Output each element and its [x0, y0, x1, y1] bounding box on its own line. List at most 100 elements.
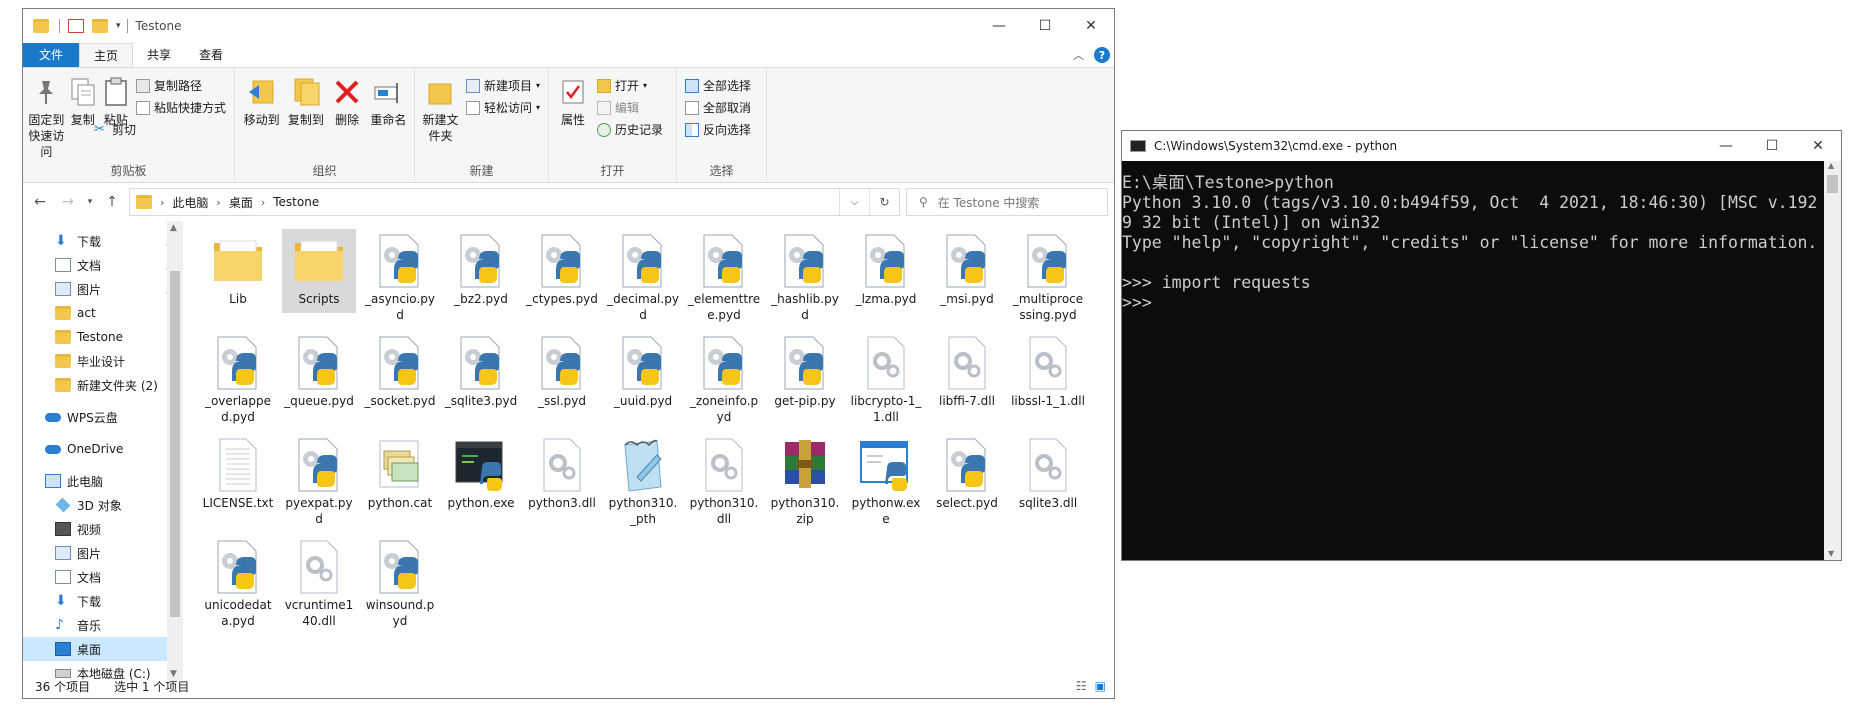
nav-item[interactable]: 视频: [23, 517, 183, 541]
file-item[interactable]: get-pip.py: [768, 331, 842, 433]
file-item[interactable]: _queue.pyd: [282, 331, 356, 433]
file-item[interactable]: sqlite3.dll: [1011, 433, 1085, 535]
refresh-icon[interactable]: ↻: [869, 189, 899, 215]
file-item[interactable]: _socket.pyd: [363, 331, 437, 433]
nav-item[interactable]: 文档📌: [23, 253, 183, 277]
nav-item[interactable]: 桌面: [23, 637, 183, 661]
scroll-up-icon[interactable]: ▲: [170, 223, 177, 233]
file-item[interactable]: libssl-1_1.dll: [1011, 331, 1085, 433]
quick-access-dropdown-icon[interactable]: ▾: [116, 21, 121, 31]
minimize-button[interactable]: —: [1703, 131, 1749, 161]
nav-item[interactable]: 图片📌: [23, 277, 183, 301]
history-button[interactable]: 历史记录: [597, 120, 663, 139]
tab-home[interactable]: 主页: [79, 43, 134, 67]
file-item[interactable]: _bz2.pyd: [444, 229, 518, 331]
file-item[interactable]: python310._pth: [606, 433, 680, 535]
chevron-right-icon[interactable]: ›: [216, 196, 220, 209]
nav-item[interactable]: 毕业设计: [23, 349, 183, 373]
nav-item[interactable]: 文档: [23, 565, 183, 589]
file-item[interactable]: _ssl.pyd: [525, 331, 599, 433]
nav-item[interactable]: Testone: [23, 325, 183, 349]
file-item[interactable]: _zoneinfo.pyd: [687, 331, 761, 433]
file-item[interactable]: python.cat: [363, 433, 437, 535]
file-item[interactable]: _multiprocessing.pyd: [1011, 229, 1085, 331]
close-button[interactable]: ✕: [1068, 9, 1114, 43]
open-button[interactable]: 打开 ▾: [597, 76, 663, 95]
file-item[interactable]: _overlapped.pyd: [201, 331, 275, 433]
maximize-button[interactable]: ☐: [1749, 131, 1795, 161]
cut-button[interactable]: ✂ 剪切: [94, 120, 226, 139]
file-item[interactable]: _uuid.pyd: [606, 331, 680, 433]
file-item[interactable]: vcruntime140.dll: [282, 535, 356, 637]
chevron-right-icon[interactable]: ›: [261, 196, 265, 209]
select-all-button[interactable]: 全部选择: [685, 76, 751, 95]
file-item[interactable]: unicodedata.pyd: [201, 535, 275, 637]
nav-item[interactable]: act: [23, 301, 183, 325]
console-scrollbar[interactable]: ▲ ▼: [1824, 161, 1841, 560]
file-item[interactable]: libffi-7.dll: [930, 331, 1004, 433]
file-item[interactable]: python310.dll: [687, 433, 761, 535]
new-folder-icon[interactable]: [92, 19, 108, 33]
file-item[interactable]: _asyncio.pyd: [363, 229, 437, 331]
nav-scrollbar[interactable]: ▲ ▼: [167, 221, 183, 681]
file-item[interactable]: pyexpat.pyd: [282, 433, 356, 535]
edit-button[interactable]: 编辑: [597, 98, 663, 117]
file-item[interactable]: _msi.pyd: [930, 229, 1004, 331]
file-item[interactable]: python3.dll: [525, 433, 599, 535]
forward-button[interactable]: →: [57, 194, 79, 210]
search-input[interactable]: ⚲ 在 Testone 中搜索: [906, 188, 1108, 216]
address-dropdown-icon[interactable]: ⌵: [839, 189, 869, 215]
nav-item[interactable]: OneDrive: [23, 437, 183, 461]
nav-item[interactable]: 3D 对象: [23, 493, 183, 517]
file-item[interactable]: LICENSE.txt: [201, 433, 275, 535]
file-item[interactable]: _lzma.pyd: [849, 229, 923, 331]
maximize-button[interactable]: ☐: [1022, 9, 1068, 43]
nav-item[interactable]: 此电脑: [23, 469, 183, 493]
tab-file[interactable]: 文件: [23, 43, 79, 67]
paste-shortcut-button[interactable]: 粘贴快捷方式: [135, 98, 226, 117]
recent-locations-button[interactable]: ▾: [85, 197, 95, 207]
scrollbar-thumb[interactable]: [1827, 175, 1838, 193]
help-icon[interactable]: ?: [1094, 47, 1110, 63]
nav-item[interactable]: ⬇下载📌: [23, 229, 183, 253]
details-view-icon[interactable]: ☷: [1076, 679, 1087, 693]
nav-item[interactable]: 图片: [23, 541, 183, 565]
large-icons-view-icon[interactable]: ▣: [1095, 679, 1106, 693]
scrollbar-thumb[interactable]: [170, 271, 180, 617]
tab-view[interactable]: 查看: [185, 43, 237, 67]
file-item[interactable]: _hashlib.pyd: [768, 229, 842, 331]
up-button[interactable]: ↑: [101, 194, 123, 210]
tab-share[interactable]: 共享: [133, 43, 185, 67]
file-item[interactable]: select.pyd: [930, 433, 1004, 535]
scroll-down-icon[interactable]: ▼: [1828, 549, 1834, 558]
folder-item[interactable]: Lib: [201, 229, 275, 331]
minimize-button[interactable]: —: [976, 9, 1022, 43]
breadcrumb-testone[interactable]: Testone: [273, 195, 319, 209]
file-item[interactable]: python310.zip: [768, 433, 842, 535]
nav-item[interactable]: ⬇ 下载: [23, 589, 183, 613]
console-output[interactable]: E:\桌面\Testone>python Python 3.10.0 (tags/…: [1122, 161, 1841, 560]
collapse-ribbon-icon[interactable]: ︿: [1073, 47, 1084, 63]
file-item[interactable]: _elementtree.pyd: [687, 229, 761, 331]
file-item[interactable]: libcrypto-1_1.dll: [849, 331, 923, 433]
properties-icon[interactable]: [68, 19, 84, 33]
select-none-button[interactable]: 全部取消: [685, 98, 751, 117]
breadcrumb-desktop[interactable]: 桌面: [229, 194, 253, 211]
file-item[interactable]: _ctypes.pyd: [525, 229, 599, 331]
copy-path-button[interactable]: 复制路径: [135, 76, 226, 95]
file-item[interactable]: pythonw.exe: [849, 433, 923, 535]
file-item[interactable]: _sqlite3.pyd: [444, 331, 518, 433]
nav-item[interactable]: 新建文件夹 (2): [23, 373, 183, 397]
nav-item[interactable]: WPS云盘: [23, 405, 183, 429]
file-item[interactable]: _decimal.pyd: [606, 229, 680, 331]
easy-access-button[interactable]: 轻松访问 ▾: [465, 98, 540, 117]
new-item-button[interactable]: 新建项目 ▾: [465, 76, 540, 95]
address-bar[interactable]: › 此电脑 › 桌面 › Testone ⌵ ↻: [129, 188, 900, 216]
nav-item[interactable]: ♪ 音乐: [23, 613, 183, 637]
file-item[interactable]: winsound.pyd: [363, 535, 437, 637]
chevron-right-icon[interactable]: ›: [160, 196, 164, 209]
invert-selection-button[interactable]: 反向选择: [685, 120, 751, 139]
back-button[interactable]: ←: [29, 194, 51, 210]
scroll-up-icon[interactable]: ▲: [1828, 161, 1834, 170]
breadcrumb-this-pc[interactable]: 此电脑: [172, 194, 208, 211]
